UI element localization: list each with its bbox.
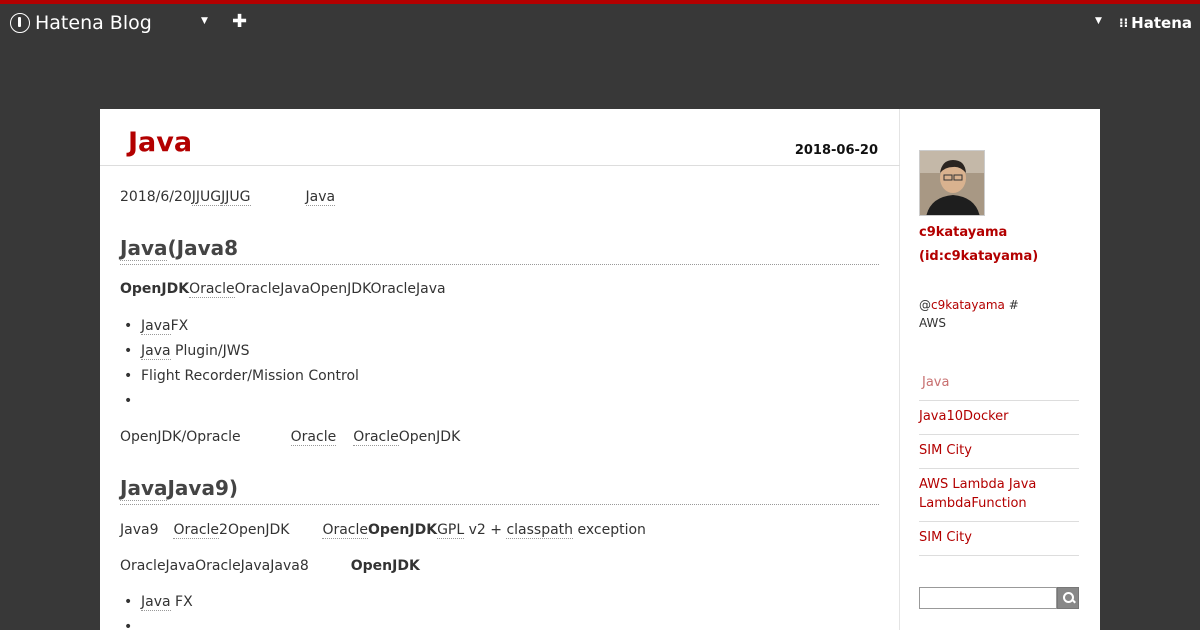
- bold-text: OpenJDK: [350, 558, 420, 574]
- text: 2OpenJDK: [219, 522, 290, 538]
- search-icon[interactable]: [1057, 587, 1079, 609]
- text: v2 +: [464, 522, 507, 538]
- entry-main: Java 2018-06-20 2018/6/20JJUGJJUG Java Ja…: [100, 109, 900, 630]
- section-heading-2: JavaJava9): [120, 476, 879, 505]
- profile-avatar[interactable]: [919, 150, 985, 216]
- keyword-link[interactable]: Oracle: [173, 522, 220, 539]
- text: Java9: [120, 522, 159, 538]
- account-menu-caret-icon[interactable]: ▼: [1095, 16, 1102, 26]
- list-item: Java FX: [124, 594, 193, 611]
- keyword-link[interactable]: Java: [141, 594, 171, 611]
- keyword-link[interactable]: Java: [141, 318, 171, 335]
- hatena-blog-logo-text: Hatena Blog: [35, 12, 152, 34]
- twitter-handle-link[interactable]: c9katayama: [931, 298, 1005, 312]
- text: FX: [170, 318, 189, 334]
- text: 2018/6/20: [120, 189, 192, 205]
- sidebar-item-java10docker[interactable]: Java10Docker: [919, 401, 1079, 435]
- profile-id[interactable]: (id:c9katayama): [919, 245, 1038, 269]
- paragraph-java9: Java9 Oracle2OpenJDK OracleOpenJDKGPL v2 +…: [120, 522, 646, 539]
- section-heading-1: Java(Java8: [120, 236, 879, 265]
- text: #: [1004, 298, 1019, 312]
- keyword-link[interactable]: Oracle: [189, 281, 235, 298]
- hatena-logo-link[interactable]: ⁝⁝ Hatena: [1119, 14, 1192, 32]
- new-post-plus-icon[interactable]: ✚: [232, 11, 247, 32]
- heading-text: (Java8: [167, 236, 239, 260]
- title-divider: [100, 165, 900, 166]
- paragraph-java8: OracleJavaOracleJavaJava8 OpenJDK: [120, 558, 420, 574]
- blog-menu-caret-icon[interactable]: ▼: [201, 16, 208, 26]
- keyword-link[interactable]: Java: [141, 343, 171, 360]
- hatena-blog-logo-icon: [10, 13, 30, 33]
- keyword-link[interactable]: Oracle: [353, 429, 399, 446]
- keyword-link[interactable]: GPL: [437, 522, 465, 539]
- list-item: JavaFX: [124, 318, 189, 335]
- blog-card: Java 2018-06-20 2018/6/20JJUGJJUG Java Ja…: [100, 109, 1100, 630]
- keyword-link[interactable]: classpath: [506, 522, 574, 539]
- keyword-link[interactable]: Java: [120, 476, 168, 501]
- text: OracleJavaOracleJavaJava8: [120, 558, 309, 574]
- sidebar-item-simcity[interactable]: SIM City: [919, 435, 1079, 469]
- search-input[interactable]: [919, 587, 1057, 609]
- profile-display-name[interactable]: c9katayama: [919, 221, 1038, 245]
- text: AWS: [919, 316, 947, 330]
- sidebar-item-simcity-2[interactable]: SIM City: [919, 522, 1079, 556]
- keyword-link[interactable]: Java: [120, 236, 168, 261]
- search-form: [919, 587, 1079, 609]
- keyword-link[interactable]: Java: [305, 189, 336, 206]
- avatar-portrait-icon: [920, 151, 984, 215]
- paragraph-intro: 2018/6/20JJUGJJUG Java: [120, 189, 336, 206]
- paragraph-openjdk: OpenJDKOracleOracleJavaOpenJDKOracleJava: [120, 281, 446, 298]
- heading-text: Java9): [167, 476, 239, 500]
- hatena-logo-text: Hatena: [1131, 14, 1192, 32]
- paragraph-opracle: OpenJDK/Opracle Oracle OracleOpenJDK: [120, 429, 461, 446]
- bold-text: OpenJDK: [368, 522, 438, 538]
- list-item: Flight Recorder/Mission Control: [124, 368, 359, 384]
- keyword-link[interactable]: Oracle: [322, 522, 368, 539]
- hatena-blog-logo[interactable]: Hatena Blog: [10, 12, 152, 34]
- recent-entries-list: Java Java10Docker SIM City AWS Lambda Ja…: [919, 367, 1079, 556]
- text: FX: [170, 594, 193, 610]
- bold-text: OpenJDK: [120, 281, 190, 297]
- list-item: [124, 619, 141, 630]
- text: Flight Recorder/Mission Control: [141, 368, 359, 384]
- entry-title[interactable]: Java: [128, 127, 192, 158]
- text: exception: [573, 522, 646, 538]
- text: OpenJDK/Opracle: [120, 429, 241, 445]
- sidebar-item-java[interactable]: Java: [919, 367, 1079, 401]
- keyword-link[interactable]: Oracle: [290, 429, 337, 446]
- text: @: [919, 298, 931, 312]
- list-item: Java Plugin/JWS: [124, 343, 250, 360]
- profile-name[interactable]: c9katayama (id:c9katayama): [919, 221, 1038, 269]
- sidebar-item-aws-lambda[interactable]: AWS Lambda Java LambdaFunction: [919, 469, 1079, 522]
- global-header: Hatena Blog ▼ ✚ ▼ ⁝⁝ Hatena: [0, 4, 1200, 42]
- text: OpenJDK: [398, 429, 461, 445]
- entry-date[interactable]: 2018-06-20: [795, 143, 878, 158]
- hatena-mark-icon: ⁝⁝: [1119, 16, 1129, 30]
- text: Plugin/JWS: [170, 343, 250, 359]
- text: OracleJavaOpenJDKOracleJava: [234, 281, 446, 297]
- list-item: [124, 393, 141, 409]
- keyword-link[interactable]: JJUG: [191, 189, 222, 206]
- profile-description: @c9katayama # AWS: [919, 296, 1019, 332]
- keyword-link[interactable]: JJUG: [221, 189, 251, 206]
